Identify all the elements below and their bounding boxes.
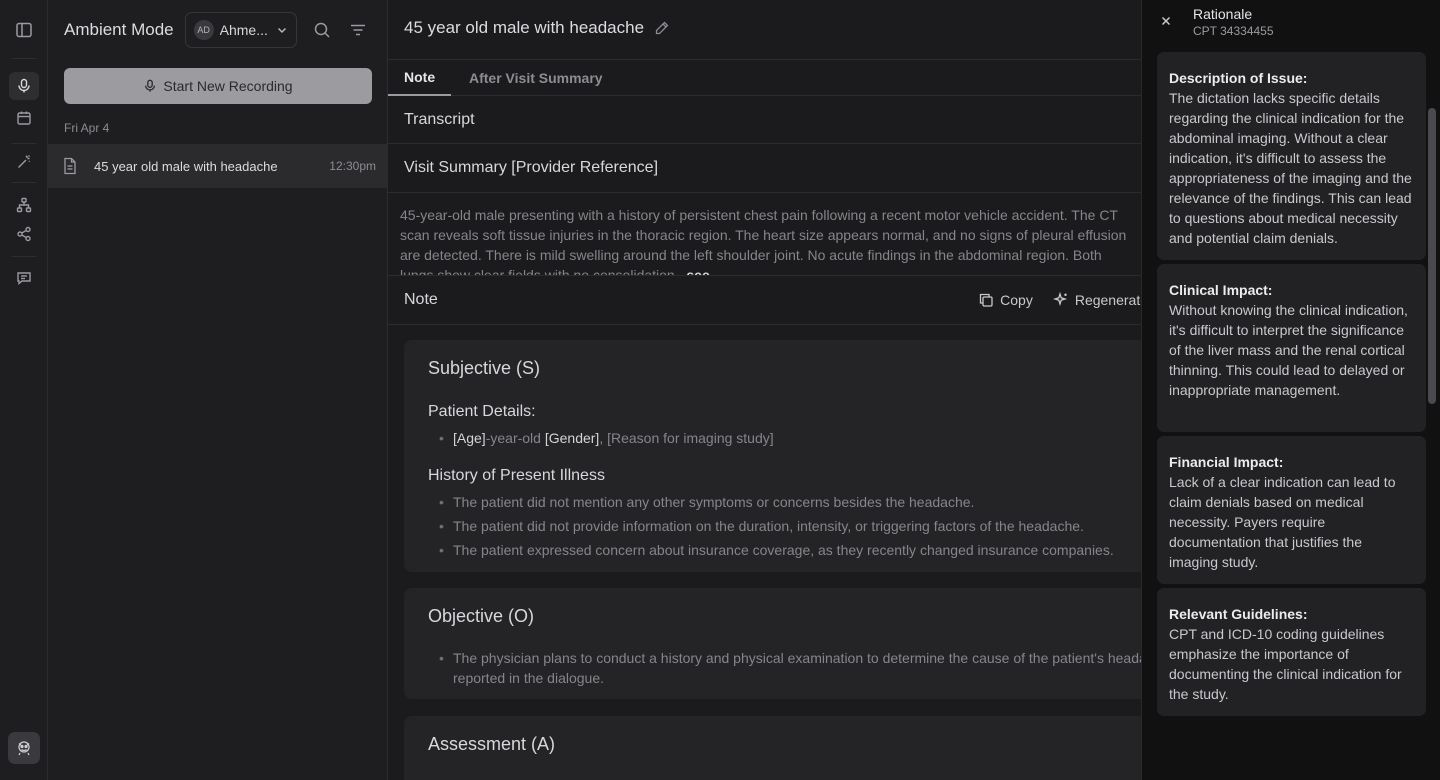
rationale-scrollbar[interactable] [1428,108,1436,404]
objective-card: Objective (O) The physician plans to con… [404,588,1148,699]
microphone-icon[interactable] [9,72,39,100]
search-icon[interactable] [313,21,331,39]
rationale-card: Description of Issue: The dictation lack… [1157,52,1426,260]
note-label: Note [404,291,438,308]
start-new-recording-button[interactable]: Start New Recording [64,68,372,104]
transcript-section[interactable]: Transcript [388,96,1148,144]
visit-summary-section[interactable]: Visit Summary [Provider Reference] [388,144,1148,193]
microphone-icon [145,79,156,92]
visit-summary-text: 45-year-old male presenting with a histo… [388,193,1148,276]
start-new-recording-label: Start New Recording [163,78,293,94]
patient-details-heading: Patient Details: [428,403,536,420]
app-title: Ambient Mode [64,20,174,39]
user-name: Ahme... [219,22,268,38]
user-initials-badge: AD [193,20,214,40]
objective-heading: Objective (O) [428,606,535,626]
list-item-time: 12:30pm [329,159,376,173]
assessment-card: Assessment (A) [404,716,1148,780]
share-icon[interactable] [9,220,39,248]
list-item-continuation: reported in the dialogue. [453,670,604,686]
rationale-card-heading: Relevant Guidelines: [1169,606,1308,622]
rationale-card-body: Lack of a clear indication can lead to c… [1169,474,1396,570]
recording-list-panel: Ambient Mode AD Ahme... Start New Record… [48,0,388,780]
chevron-down-icon [277,27,286,34]
rationale-card: Clinical Impact: Without knowing the cli… [1157,264,1426,432]
tab-after-visit-summary[interactable]: After Visit Summary [469,60,603,96]
rail-divider [12,143,36,144]
regenerate-label: Regenerate [1074,292,1148,308]
hpi-heading: History of Present Illness [428,467,605,484]
list-item: The patient did not provide information … [428,516,1114,536]
patient-details-list: [Age]-year-old [Gender], [Reason for ima… [428,428,774,452]
sidebar-toggle-icon[interactable] [9,16,39,44]
rationale-title: Rationale [1193,6,1253,22]
rationale-card-body: The dictation lacks specific details reg… [1169,90,1412,246]
visit-summary-label: Visit Summary [Provider Reference] [404,159,659,176]
list-item: The physician plans to conduct a history… [428,648,1148,668]
list-item: The patient expressed concern about insu… [428,540,1114,560]
list-item-title: 45 year old male with headache [94,158,278,174]
objective-list: The physician plans to conduct a history… [428,648,1148,688]
rationale-card-body: CPT and ICD-10 coding guidelines emphasi… [1169,626,1402,702]
copy-label: Copy [1000,292,1033,308]
note-editor: 45 year old male with headache Note Afte… [388,0,1148,780]
rationale-panel: Rationale CPT 34334455 Description of Is… [1141,0,1440,780]
user-selector[interactable]: AD Ahme... [184,12,297,48]
close-icon[interactable] [1160,15,1172,27]
rail-divider [12,182,36,183]
regenerate-button[interactable]: Regenerate [1052,292,1148,308]
rail-divider [12,256,36,257]
list-item[interactable]: 45 year old male with headache 12:30pm [48,144,388,188]
see-more-link[interactable]: see [686,267,709,275]
rationale-card-heading: Clinical Impact: [1169,282,1273,298]
rationale-card: Financial Impact: Lack of a clear indica… [1157,436,1426,584]
edit-pencil-icon[interactable] [654,20,670,36]
note-header: Note Copy Regenerate [388,276,1148,325]
page-title: 45 year old male with headache [404,18,645,37]
message-icon[interactable] [9,264,39,292]
user-avatar[interactable] [8,732,40,764]
hpi-list: The patient did not mention any other sy… [428,492,1114,564]
note-tabs: Note After Visit Summary [388,59,1148,96]
date-group-label: Fri Apr 4 [64,121,110,135]
tab-note[interactable]: Note [388,60,452,96]
rationale-card-heading: Description of Issue: [1169,70,1308,86]
rationale-card-body: Without knowing the clinical indication,… [1169,302,1408,398]
note-title-row: 45 year old male with headache [404,18,670,38]
subjective-heading: Subjective (S) [428,358,541,378]
copy-button[interactable]: Copy [978,292,1033,308]
list-header: Ambient Mode AD Ahme... [64,12,371,48]
rationale-card: Relevant Guidelines: CPT and ICD-10 codi… [1157,588,1426,716]
list-item: The patient did not mention any other sy… [428,492,1114,512]
copy-icon [979,293,993,307]
rationale-subtitle: CPT 34334455 [1193,24,1274,38]
rationale-card-heading: Financial Impact: [1169,454,1284,470]
icon-rail [0,0,48,780]
hierarchy-icon[interactable] [9,191,39,219]
assessment-heading: Assessment (A) [428,734,556,754]
rail-divider [12,58,36,59]
list-item: [Age]-year-old [Gender], [Reason for ima… [428,428,774,448]
filter-icon[interactable] [349,21,367,39]
magic-wand-icon[interactable] [9,148,39,176]
summary-body: 45-year-old male presenting with a histo… [400,207,1127,276]
calendar-icon[interactable] [9,104,39,132]
document-icon [64,157,76,175]
sparkle-icon [1052,292,1067,307]
transcript-label: Transcript [404,110,475,128]
subjective-card: Subjective (S) Patient Details: [Age]-ye… [404,340,1148,572]
